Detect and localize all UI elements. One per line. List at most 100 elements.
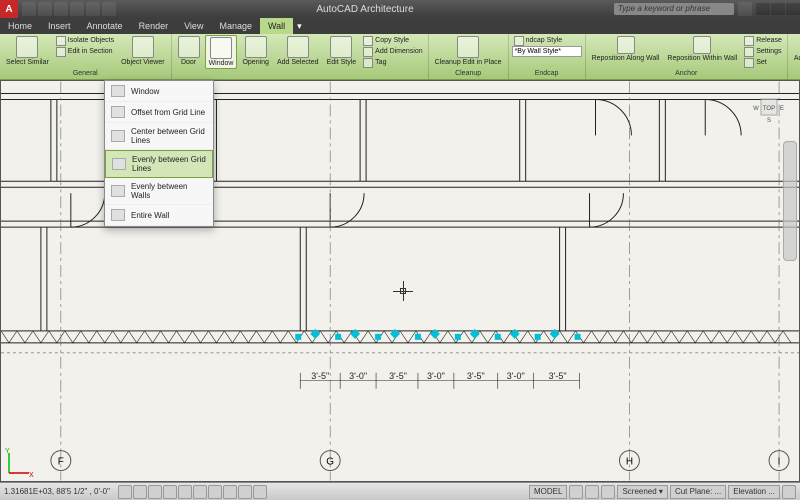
- quickview-icon[interactable]: [585, 485, 599, 499]
- grid-toggle[interactable]: [133, 485, 147, 499]
- display-config-dropdown[interactable]: Screened ▾: [617, 485, 667, 499]
- release-anchor-button[interactable]: Release: [742, 35, 784, 46]
- edit-style-icon: [330, 36, 352, 58]
- cleanup-icon: [457, 36, 479, 58]
- qat-undo-icon[interactable]: [70, 2, 84, 16]
- window-icon: [210, 37, 232, 59]
- ortho-toggle[interactable]: [148, 485, 162, 499]
- cut-plane-button[interactable]: Cut Plane: ...: [670, 485, 726, 499]
- app-logo[interactable]: A: [0, 0, 18, 18]
- tab-insert[interactable]: Insert: [40, 18, 79, 34]
- window-button[interactable]: Window: [205, 35, 238, 69]
- close-button[interactable]: [786, 3, 800, 15]
- dropdown-item-evenly-grid[interactable]: Evenly between Grid Lines: [105, 150, 213, 178]
- maximize-button[interactable]: [771, 3, 785, 15]
- add-selected-icon: [287, 36, 309, 58]
- svg-text:TOP: TOP: [763, 106, 775, 112]
- qat-open-icon[interactable]: [38, 2, 52, 16]
- tab-overflow-icon[interactable]: ▾: [293, 18, 306, 34]
- reposition-within-button[interactable]: Reposition Within Wall: [664, 35, 740, 63]
- tag-icon: [363, 58, 373, 68]
- ribbon: Select Similar Isolate Objects Edit in S…: [0, 34, 800, 80]
- dropdown-item-offset-grid[interactable]: Offset from Grid Line: [105, 102, 213, 123]
- reposition-along-icon: [617, 36, 635, 54]
- select-similar-icon: [16, 36, 38, 58]
- ribbon-group-general: Select Similar Isolate Objects Edit in S…: [0, 34, 172, 79]
- qat-print-icon[interactable]: [102, 2, 116, 16]
- svg-text:3'-5": 3'-5": [311, 371, 329, 381]
- search-input[interactable]: Type a keyword or phrase: [614, 3, 734, 15]
- minimize-button[interactable]: [756, 3, 770, 15]
- tab-home[interactable]: Home: [0, 18, 40, 34]
- svg-text:G: G: [326, 457, 334, 468]
- dimension-icon: [363, 47, 373, 57]
- help-icon[interactable]: [738, 2, 752, 16]
- dropdown-item-window[interactable]: Window: [105, 81, 213, 102]
- polar-toggle[interactable]: [163, 485, 177, 499]
- dropdown-item-center-grid[interactable]: Center between Grid Lines: [105, 123, 213, 150]
- svg-text:3'-5": 3'-5": [549, 371, 567, 381]
- svg-text:W: W: [753, 106, 759, 112]
- select-similar-button[interactable]: Select Similar: [3, 35, 52, 67]
- tab-wall[interactable]: Wall: [260, 18, 293, 34]
- svg-text:3'-5": 3'-5": [467, 371, 485, 381]
- wall-style-dropdown[interactable]: [512, 46, 582, 57]
- anchor-set-button[interactable]: Set: [742, 57, 784, 68]
- qat-new-icon[interactable]: [22, 2, 36, 16]
- svg-text:Y: Y: [5, 448, 10, 455]
- qat-redo-icon[interactable]: [86, 2, 100, 16]
- ribbon-group-profile: Add Profile Edit In Place Profile: [788, 34, 800, 79]
- evenly-grid-icon: [112, 158, 126, 170]
- anchor-settings-button[interactable]: Settings: [742, 46, 784, 57]
- add-dimension-button[interactable]: Add Dimension: [361, 46, 424, 57]
- endcap-style-button[interactable]: ndcap Style: [512, 35, 582, 46]
- tag-button[interactable]: Tag: [361, 57, 424, 68]
- elevation-button[interactable]: Elevation ...: [728, 485, 780, 499]
- qp-toggle[interactable]: [253, 485, 267, 499]
- coordinate-readout: 1.31681E+03, 88'5 1/2" , 0'-0": [0, 487, 110, 496]
- ucs-icon: Y X: [5, 447, 35, 477]
- isolate-icon: [56, 36, 66, 46]
- otrack-toggle[interactable]: [193, 485, 207, 499]
- edit-style-button[interactable]: Edit Style: [324, 35, 360, 67]
- svg-text:E: E: [780, 106, 784, 112]
- cleanup-edit-button[interactable]: Cleanup Edit in Place: [432, 35, 505, 67]
- snap-toggle[interactable]: [118, 485, 132, 499]
- reposition-along-button[interactable]: Reposition Along Wall: [589, 35, 663, 63]
- svg-text:S: S: [767, 118, 771, 124]
- add-selected-button[interactable]: Add Selected: [274, 35, 322, 67]
- svg-text:3'-0": 3'-0": [349, 371, 367, 381]
- door-button[interactable]: Door: [175, 35, 203, 67]
- isolate-objects-button[interactable]: Isolate Objects: [54, 35, 116, 46]
- tab-manage[interactable]: Manage: [211, 18, 260, 34]
- copy-style-button[interactable]: Copy Style: [361, 35, 424, 46]
- quick-access-toolbar: [22, 2, 116, 16]
- lwt-toggle[interactable]: [238, 485, 252, 499]
- clean-screen-icon[interactable]: [782, 485, 796, 499]
- dyn-toggle[interactable]: [223, 485, 237, 499]
- dropdown-item-entire-wall[interactable]: Entire Wall: [105, 205, 213, 226]
- edit-in-section-button[interactable]: Edit in Section: [54, 46, 116, 57]
- copy-style-icon: [363, 36, 373, 46]
- object-viewer-button[interactable]: Object Viewer: [118, 35, 167, 67]
- ducs-toggle[interactable]: [208, 485, 222, 499]
- tab-render[interactable]: Render: [131, 18, 177, 34]
- svg-text:3'-0": 3'-0": [427, 371, 445, 381]
- add-profile-button[interactable]: Add Profile: [791, 35, 800, 63]
- opening-button[interactable]: Opening: [239, 35, 271, 67]
- model-space-button[interactable]: MODEL: [529, 485, 567, 499]
- tab-view[interactable]: View: [176, 18, 211, 34]
- osnap-toggle[interactable]: [178, 485, 192, 499]
- entire-wall-icon: [111, 209, 125, 221]
- navigation-bar[interactable]: [783, 141, 797, 261]
- dropdown-item-evenly-walls[interactable]: Evenly between Walls: [105, 178, 213, 205]
- svg-text:X: X: [29, 472, 34, 477]
- qat-save-icon[interactable]: [54, 2, 68, 16]
- ribbon-group-build: Door Window Opening Add Selected Edit St…: [172, 34, 429, 79]
- endcap-icon: [514, 36, 524, 46]
- maximize-viewport-icon[interactable]: [601, 485, 615, 499]
- viewcube[interactable]: TOP W E S: [749, 87, 789, 127]
- tab-annotate[interactable]: Annotate: [79, 18, 131, 34]
- layout-icon[interactable]: [569, 485, 583, 499]
- evenly-walls-icon: [111, 185, 125, 197]
